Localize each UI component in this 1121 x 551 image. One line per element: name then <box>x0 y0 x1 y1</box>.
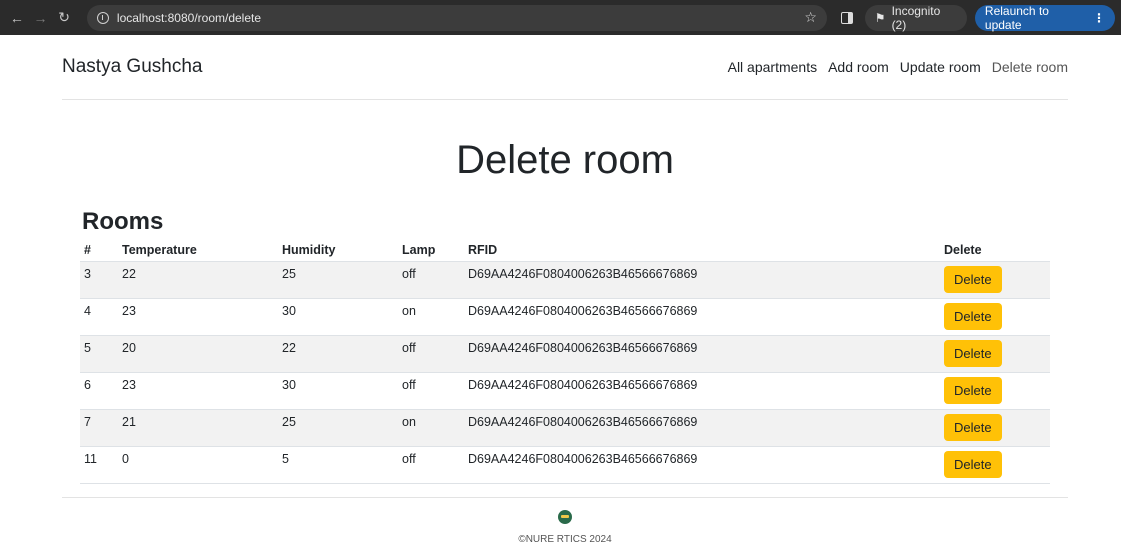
side-panel-icon[interactable] <box>840 11 853 24</box>
address-bar-url[interactable]: localhost:8080/room/delete <box>117 11 261 25</box>
table-row: 11 0 5 off D69AA4246F0804006263B46566676… <box>80 446 1050 484</box>
cell-id: 6 <box>84 378 91 392</box>
cell-id: 3 <box>84 267 91 281</box>
bookmark-star-icon[interactable]: ☆ <box>804 9 817 26</box>
page-content: Nastya Gushcha All apartments Add room U… <box>62 35 1068 545</box>
cell-temperature: 20 <box>122 341 136 355</box>
arrow-left-icon[interactable]: ← <box>6 7 28 29</box>
more-vert-icon: ⋮ <box>1093 10 1105 25</box>
table-header-row: # Temperature Humidity Lamp RFID Delete <box>80 239 1050 262</box>
address-bar[interactable]: localhost:8080/room/delete ☆ <box>86 4 827 31</box>
cell-lamp: off <box>402 341 416 355</box>
cell-id: 5 <box>84 341 91 355</box>
table-row: 7 21 25 on D69AA4246F0804006263B46566676… <box>80 409 1050 447</box>
cell-lamp: on <box>402 415 416 429</box>
cell-temperature: 0 <box>122 452 129 466</box>
delete-button[interactable]: Delete <box>944 266 1002 293</box>
column-header-temperature: Temperature <box>118 239 278 262</box>
cell-humidity: 30 <box>282 304 296 318</box>
cell-humidity: 5 <box>282 452 289 466</box>
column-header-lamp: Lamp <box>398 239 464 262</box>
cell-temperature: 22 <box>122 267 136 281</box>
delete-button[interactable]: Delete <box>944 451 1002 478</box>
delete-button[interactable]: Delete <box>944 303 1002 330</box>
copyright-text: ©NURE RTICS 2024 <box>518 534 612 545</box>
cell-rfid: D69AA4246F0804006263B46566676869 <box>468 341 698 355</box>
incognito-indicator[interactable]: ⚑ Incognito (2) <box>864 3 967 32</box>
cell-rfid: D69AA4246F0804006263B46566676869 <box>468 415 698 429</box>
reload-icon[interactable]: ↻ <box>53 7 75 29</box>
cell-id: 11 <box>84 452 97 466</box>
cell-lamp: on <box>402 304 416 318</box>
table-row: 4 23 30 on D69AA4246F0804006263B46566676… <box>80 298 1050 336</box>
cell-rfid: D69AA4246F0804006263B46566676869 <box>468 378 698 392</box>
cell-id: 4 <box>84 304 91 318</box>
main-nav: All apartments Add room Update room Dele… <box>728 59 1068 75</box>
nav-all-apartments[interactable]: All apartments <box>728 59 817 75</box>
delete-button[interactable]: Delete <box>944 414 1002 441</box>
site-footer: ©NURE RTICS 2024 <box>62 497 1068 545</box>
table-row: 5 20 22 off D69AA4246F0804006263B4656667… <box>80 335 1050 373</box>
nav-update-room[interactable]: Update room <box>900 59 981 75</box>
cell-temperature: 23 <box>122 378 136 392</box>
cell-humidity: 22 <box>282 341 296 355</box>
cell-rfid: D69AA4246F0804006263B46566676869 <box>468 304 698 318</box>
nav-delete-room[interactable]: Delete room <box>992 59 1068 75</box>
cell-humidity: 25 <box>282 267 296 281</box>
nav-add-room[interactable]: Add room <box>828 59 889 75</box>
column-header-rfid: RFID <box>464 239 940 262</box>
cell-lamp: off <box>402 267 416 281</box>
browser-toolbar: ← → ↻ localhost:8080/room/delete ☆ ⚑ Inc… <box>0 0 1121 35</box>
cell-id: 7 <box>84 415 91 429</box>
column-header-id: # <box>80 239 118 262</box>
table-row: 3 22 25 off D69AA4246F0804006263B4656667… <box>80 261 1050 299</box>
info-icon[interactable] <box>96 11 109 24</box>
section-title: Rooms <box>82 208 164 235</box>
delete-button[interactable]: Delete <box>944 340 1002 367</box>
site-header: Nastya Gushcha All apartments Add room U… <box>62 35 1068 100</box>
brand-name[interactable]: Nastya Gushcha <box>62 56 202 78</box>
cell-humidity: 25 <box>282 415 296 429</box>
delete-button[interactable]: Delete <box>944 377 1002 404</box>
cell-lamp: off <box>402 452 416 466</box>
incognito-label: Incognito (2) <box>891 3 941 32</box>
cell-temperature: 23 <box>122 304 136 318</box>
footer-logo <box>558 510 572 524</box>
cell-rfid: D69AA4246F0804006263B46566676869 <box>468 267 698 281</box>
arrow-right-icon[interactable]: → <box>30 7 52 29</box>
rooms-table: # Temperature Humidity Lamp RFID Delete … <box>80 239 1050 484</box>
table-row: 6 23 30 off D69AA4246F0804006263B4656667… <box>80 372 1050 410</box>
column-header-delete: Delete <box>940 239 1050 262</box>
incognito-icon: ⚑ <box>874 10 886 25</box>
column-header-humidity: Humidity <box>278 239 398 262</box>
relaunch-label: Relaunch to update <box>984 3 1049 32</box>
cell-rfid: D69AA4246F0804006263B46566676869 <box>468 452 698 466</box>
page-title: Delete room <box>456 138 674 182</box>
relaunch-button[interactable]: Relaunch to update ⋮ <box>974 3 1115 32</box>
cell-humidity: 30 <box>282 378 296 392</box>
cell-temperature: 21 <box>122 415 136 429</box>
cell-lamp: off <box>402 378 416 392</box>
